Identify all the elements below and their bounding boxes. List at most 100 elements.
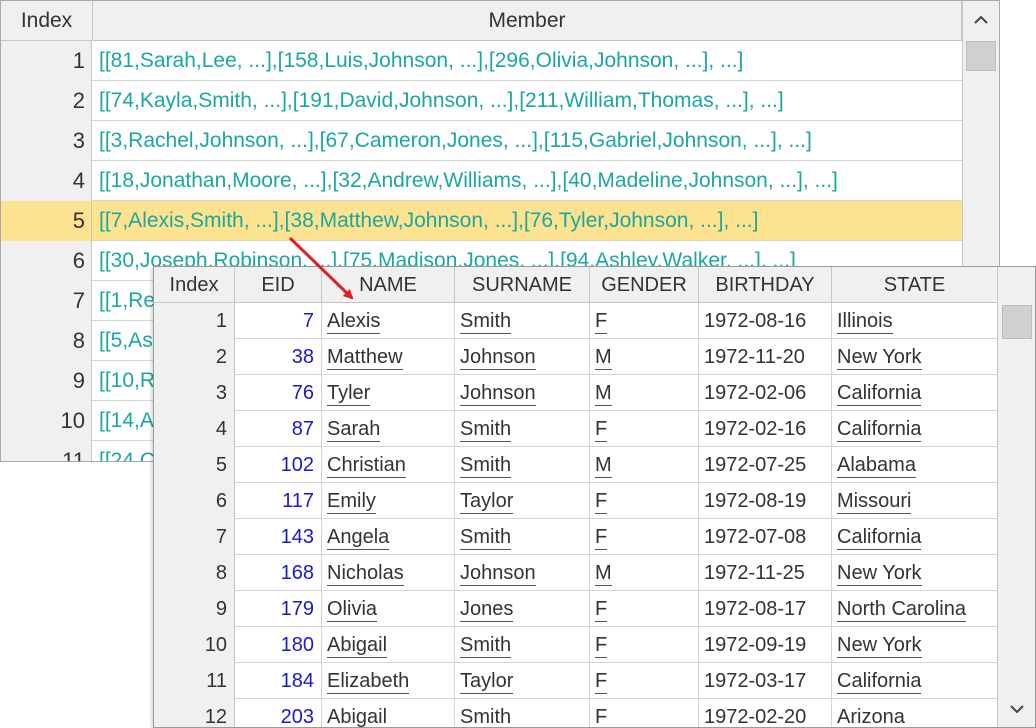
birthday-cell[interactable]: 1972-02-16 [699, 411, 832, 447]
name-cell[interactable]: Nicholas [322, 555, 455, 591]
table-row[interactable]: 7 143 Angela Smith F 1972-07-08 California [154, 519, 998, 555]
gender-cell[interactable]: M [590, 447, 699, 483]
state-cell[interactable]: Missouri [832, 483, 998, 519]
table-row[interactable]: 2 [[74,Kayla,Smith, ...],[191,David,Johns… [1, 81, 962, 121]
birthday-cell[interactable]: 1972-08-17 [699, 591, 832, 627]
table-row[interactable]: 5 [[7,Alexis,Smith, ...],[38,Matthew,John… [1, 201, 962, 241]
name-cell[interactable]: Alexis [322, 303, 455, 339]
surname-cell[interactable]: Smith [455, 411, 590, 447]
birthday-cell[interactable]: 1972-11-20 [699, 339, 832, 375]
header-member[interactable]: Member [93, 1, 962, 41]
birthday-cell[interactable]: 1972-07-08 [699, 519, 832, 555]
member-cell[interactable]: [[3,Rachel,Johnson, ...],[67,Cameron,Jon… [93, 121, 961, 161]
scroll-thumb[interactable] [1002, 305, 1032, 339]
detail-grid-scrollbar[interactable] [997, 267, 1035, 727]
state-cell[interactable]: New York [832, 555, 998, 591]
eid-cell[interactable]: 117 [235, 483, 322, 519]
gender-cell[interactable]: M [590, 555, 699, 591]
member-cell[interactable]: [[7,Alexis,Smith, ...],[38,Matthew,Johns… [93, 201, 961, 241]
header-surname[interactable]: SURNAME [455, 267, 590, 303]
table-row[interactable]: 4 87 Sarah Smith F 1972-02-16 California [154, 411, 998, 447]
gender-cell[interactable]: M [590, 375, 699, 411]
birthday-cell[interactable]: 1972-08-19 [699, 483, 832, 519]
surname-cell[interactable]: Johnson [455, 339, 590, 375]
name-cell[interactable]: Emily [322, 483, 455, 519]
surname-cell[interactable]: Smith [455, 303, 590, 339]
state-cell[interactable]: California [832, 663, 998, 699]
member-cell[interactable]: [[18,Jonathan,Moore, ...],[32,Andrew,Wil… [93, 161, 961, 201]
name-cell[interactable]: Matthew [322, 339, 455, 375]
gender-cell[interactable]: M [590, 339, 699, 375]
header-state[interactable]: STATE [832, 267, 998, 303]
table-row[interactable]: 1 7 Alexis Smith F 1972-08-16 Illinois [154, 303, 998, 339]
table-row[interactable]: 10 180 Abigail Smith F 1972-09-19 New York [154, 627, 998, 663]
header-index[interactable]: Index [154, 267, 235, 303]
table-row[interactable]: 8 168 Nicholas Johnson M 1972-11-25 New York [154, 555, 998, 591]
table-row[interactable]: 3 [[3,Rachel,Johnson, ...],[67,Cameron,Jo… [1, 121, 962, 161]
state-cell[interactable]: Alabama [832, 447, 998, 483]
name-cell[interactable]: Tyler [322, 375, 455, 411]
header-gender[interactable]: GENDER [590, 267, 699, 303]
eid-cell[interactable]: 143 [235, 519, 322, 555]
state-cell[interactable]: California [832, 519, 998, 555]
name-cell[interactable]: Abigail [322, 699, 455, 727]
eid-cell[interactable]: 203 [235, 699, 322, 727]
table-row[interactable]: 3 76 Tyler Johnson M 1972-02-06 California [154, 375, 998, 411]
eid-cell[interactable]: 180 [235, 627, 322, 663]
surname-cell[interactable]: Jones [455, 591, 590, 627]
state-cell[interactable]: California [832, 375, 998, 411]
gender-cell[interactable]: F [590, 411, 699, 447]
name-cell[interactable]: Angela [322, 519, 455, 555]
surname-cell[interactable]: Johnson [455, 375, 590, 411]
scroll-down-button[interactable] [998, 691, 1035, 727]
scroll-up-button[interactable] [963, 1, 999, 39]
gender-cell[interactable]: F [590, 303, 699, 339]
header-index[interactable]: Index [1, 1, 93, 41]
table-row[interactable]: 6 117 Emily Taylor F 1972-08-19 Missouri [154, 483, 998, 519]
gender-cell[interactable]: F [590, 699, 699, 727]
name-cell[interactable]: Olivia [322, 591, 455, 627]
birthday-cell[interactable]: 1972-02-06 [699, 375, 832, 411]
surname-cell[interactable]: Taylor [455, 483, 590, 519]
surname-cell[interactable]: Smith [455, 627, 590, 663]
surname-cell[interactable]: Johnson [455, 555, 590, 591]
name-cell[interactable]: Sarah [322, 411, 455, 447]
gender-cell[interactable]: F [590, 591, 699, 627]
table-row[interactable]: 2 38 Matthew Johnson M 1972-11-20 New York [154, 339, 998, 375]
birthday-cell[interactable]: 1972-11-25 [699, 555, 832, 591]
state-cell[interactable]: Illinois [832, 303, 998, 339]
gender-cell[interactable]: F [590, 483, 699, 519]
eid-cell[interactable]: 179 [235, 591, 322, 627]
table-row[interactable]: 11 184 Elizabeth Taylor F 1972-03-17 Californi… [154, 663, 998, 699]
birthday-cell[interactable]: 1972-02-20 [699, 699, 832, 727]
birthday-cell[interactable]: 1972-03-17 [699, 663, 832, 699]
state-cell[interactable]: Arizona [832, 699, 998, 727]
surname-cell[interactable]: Smith [455, 447, 590, 483]
birthday-cell[interactable]: 1972-09-19 [699, 627, 832, 663]
state-cell[interactable]: New York [832, 627, 998, 663]
gender-cell[interactable]: F [590, 663, 699, 699]
surname-cell[interactable]: Smith [455, 519, 590, 555]
table-row[interactable]: 12 203 Abigail Smith F 1972-02-20 Arizona [154, 699, 998, 727]
header-eid[interactable]: EID [235, 267, 322, 303]
header-name[interactable]: NAME [322, 267, 455, 303]
surname-cell[interactable]: Taylor [455, 663, 590, 699]
member-cell[interactable]: [[74,Kayla,Smith, ...],[191,David,Johnso… [93, 81, 961, 121]
table-row[interactable]: 9 179 Olivia Jones F 1972-08-17 North Carolina [154, 591, 998, 627]
eid-cell[interactable]: 102 [235, 447, 322, 483]
name-cell[interactable]: Christian [322, 447, 455, 483]
name-cell[interactable]: Elizabeth [322, 663, 455, 699]
surname-cell[interactable]: Smith [455, 699, 590, 727]
eid-cell[interactable]: 76 [235, 375, 322, 411]
state-cell[interactable]: California [832, 411, 998, 447]
eid-cell[interactable]: 168 [235, 555, 322, 591]
eid-cell[interactable]: 184 [235, 663, 322, 699]
table-row[interactable]: 4 [[18,Jonathan,Moore, ...],[32,Andrew,Wi… [1, 161, 962, 201]
gender-cell[interactable]: F [590, 627, 699, 663]
eid-cell[interactable]: 38 [235, 339, 322, 375]
eid-cell[interactable]: 87 [235, 411, 322, 447]
table-row[interactable]: 5 102 Christian Smith M 1972-07-25 Alabama [154, 447, 998, 483]
birthday-cell[interactable]: 1972-08-16 [699, 303, 832, 339]
scroll-thumb[interactable] [966, 41, 996, 71]
name-cell[interactable]: Abigail [322, 627, 455, 663]
